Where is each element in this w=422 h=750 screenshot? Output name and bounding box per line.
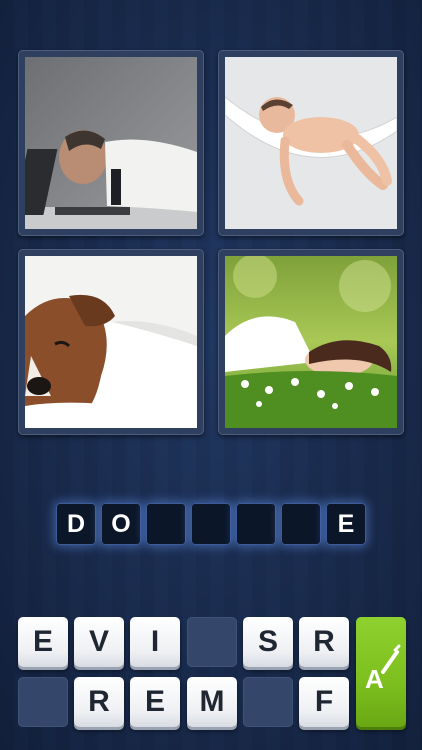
picture-tile-4[interactable] [218, 249, 404, 435]
empty-key-slot [187, 617, 237, 667]
answer-slot-6[interactable] [281, 503, 321, 545]
baby-hammock-image [225, 57, 397, 229]
letter-key[interactable]: F [299, 677, 349, 727]
dog-bed-image [25, 256, 197, 428]
empty-key-slot [243, 677, 293, 727]
tired-man-laptop-image [25, 57, 197, 229]
answer-slot-1[interactable]: D [56, 503, 96, 545]
magic-wand-icon: A [365, 644, 401, 694]
picture-tile-2[interactable] [218, 50, 404, 236]
answer-slot-3[interactable] [146, 503, 186, 545]
hint-letter: A [365, 664, 384, 694]
answer-slot-4[interactable] [191, 503, 231, 545]
letter-key[interactable]: I [130, 617, 180, 667]
letter-key[interactable]: M [187, 677, 237, 727]
letter-key[interactable]: E [130, 677, 180, 727]
answer-slot-5[interactable] [236, 503, 276, 545]
letter-key[interactable]: S [243, 617, 293, 667]
picture-tile-1[interactable] [18, 50, 204, 236]
answer-slot-2[interactable]: O [101, 503, 141, 545]
letter-key[interactable]: E [18, 617, 68, 667]
answer-slot-7[interactable]: E [326, 503, 366, 545]
empty-key-slot [18, 677, 68, 727]
hint-button[interactable]: A [356, 617, 406, 727]
letter-key[interactable]: R [74, 677, 124, 727]
picture-tile-3[interactable] [18, 249, 204, 435]
woman-grass-image [225, 256, 397, 428]
letter-key[interactable]: R [299, 617, 349, 667]
letter-key[interactable]: V [74, 617, 124, 667]
